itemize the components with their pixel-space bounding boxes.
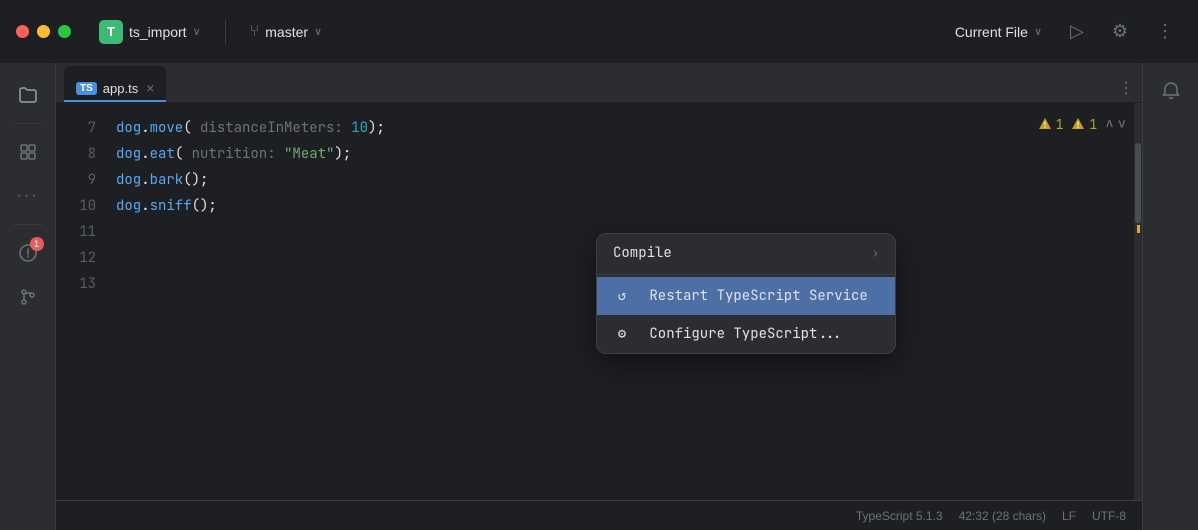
code-editor[interactable]: 7 8 9 10 11 12 13 dog.move( distanceInMe… — [56, 103, 1142, 500]
tab-bar: TS app.ts × ⋮ — [56, 63, 1142, 103]
menu-divider — [597, 274, 895, 275]
cursor-position[interactable]: 42:32 (28 chars) — [959, 509, 1046, 523]
menu-compile-arrow-icon: › — [872, 245, 879, 261]
sidebar-item-folder[interactable] — [8, 75, 48, 115]
encoding[interactable]: UTF-8 — [1092, 509, 1126, 523]
tab-filename: app.ts — [103, 81, 138, 96]
tab-close-button[interactable]: × — [146, 80, 154, 96]
problems-badge: 1 — [30, 237, 44, 251]
warning-count-1: 1 — [1056, 116, 1064, 133]
branch-name: master — [265, 24, 308, 40]
current-file-chevron-icon: ∨ — [1034, 25, 1042, 38]
menu-compile-label: Compile — [613, 244, 672, 262]
typescript-version[interactable]: TypeScript 5.1.3 — [856, 509, 943, 523]
sidebar-item-problems[interactable]: 1 — [8, 233, 48, 273]
minimize-button[interactable] — [37, 25, 50, 38]
git-branch-icon: ⑂ — [250, 23, 260, 41]
main-area: ··· 1 TS app.ts × — [0, 63, 1198, 530]
code-line-10: dog.sniff(); — [108, 193, 1134, 219]
menu-restart-ts-label: Restart TypeScript Service — [649, 287, 867, 305]
current-file-label: Current File — [955, 24, 1028, 40]
menu-item-restart-ts[interactable]: ↺ Restart TypeScript Service — [597, 277, 895, 315]
close-button[interactable] — [16, 25, 29, 38]
line-ending[interactable]: LF — [1062, 509, 1076, 523]
scrollbar-track[interactable] — [1134, 103, 1142, 500]
code-line-7: dog.move( distanceInMeters: 10); — [108, 115, 1134, 141]
titlebar: T ts_import ∨ ⑂ master ∨ Current File ∨ … — [0, 0, 1198, 63]
right-panel — [1142, 63, 1198, 530]
project-selector[interactable]: T ts_import ∨ — [91, 16, 209, 48]
branch-selector[interactable]: ⑂ master ∨ — [242, 19, 330, 45]
project-chevron-icon: ∨ — [193, 25, 201, 38]
scrollbar-thumb[interactable] — [1135, 143, 1141, 223]
ts-badge: TS — [76, 82, 97, 95]
sidebar-divider — [14, 123, 42, 124]
traffic-lights — [16, 25, 71, 38]
menu-item-configure-ts[interactable]: ⚙ Configure TypeScript... — [597, 315, 895, 353]
nav-up-icon[interactable]: ∧ — [1105, 115, 1113, 133]
run-button[interactable]: ▷ — [1062, 17, 1092, 46]
warning-triangle-icon-1 — [1038, 117, 1052, 131]
nav-down-icon[interactable]: ∨ — [1118, 115, 1126, 133]
sidebar-item-more[interactable]: ··· — [8, 176, 48, 216]
code-line-9: dog.bark(); — [108, 167, 1134, 193]
warning-triangle-icon-2 — [1071, 117, 1085, 131]
separator — [225, 20, 226, 44]
maximize-button[interactable] — [58, 25, 71, 38]
current-file-button[interactable]: Current File ∨ — [947, 20, 1050, 44]
menu-configure-ts-label: Configure TypeScript... — [649, 325, 842, 343]
tab-more-button[interactable]: ⋮ — [1118, 78, 1134, 98]
context-menu: Compile › ↺ Restart TypeScript Service ⚙… — [596, 233, 896, 354]
sidebar: ··· 1 — [0, 63, 56, 530]
tab-app-ts[interactable]: TS app.ts × — [64, 66, 166, 102]
status-bar: TypeScript 5.1.3 42:32 (28 chars) LF UTF… — [56, 500, 1142, 530]
sidebar-divider-2 — [14, 224, 42, 225]
warning-bar: 1 1 ∧ ∨ — [1038, 115, 1126, 133]
menu-item-compile[interactable]: Compile › — [597, 234, 895, 272]
warning-count-2: 1 — [1089, 116, 1097, 133]
configure-ts-icon: ⚙ — [613, 325, 631, 343]
scrollbar-line — [1137, 225, 1140, 233]
warning-badge-2: 1 — [1071, 116, 1097, 133]
warning-badge-1: 1 — [1038, 116, 1064, 133]
restart-ts-icon: ↺ — [613, 287, 631, 305]
project-icon: T — [99, 20, 123, 44]
code-line-8: dog.eat( nutrition: "Meat"); — [108, 141, 1134, 167]
sidebar-item-git[interactable] — [8, 277, 48, 317]
nav-arrows: ∧ ∨ — [1105, 115, 1126, 133]
notifications-icon[interactable] — [1151, 71, 1191, 111]
line-numbers: 7 8 9 10 11 12 13 — [56, 103, 108, 500]
debug-button[interactable]: ⚙ — [1104, 17, 1136, 46]
more-button[interactable]: ⋮ — [1148, 17, 1182, 46]
branch-chevron-icon: ∨ — [314, 25, 322, 38]
sidebar-item-structure[interactable] — [8, 132, 48, 172]
project-name: ts_import — [129, 24, 187, 40]
editor-area: TS app.ts × ⋮ 7 8 9 10 11 12 13 dog — [56, 63, 1142, 530]
